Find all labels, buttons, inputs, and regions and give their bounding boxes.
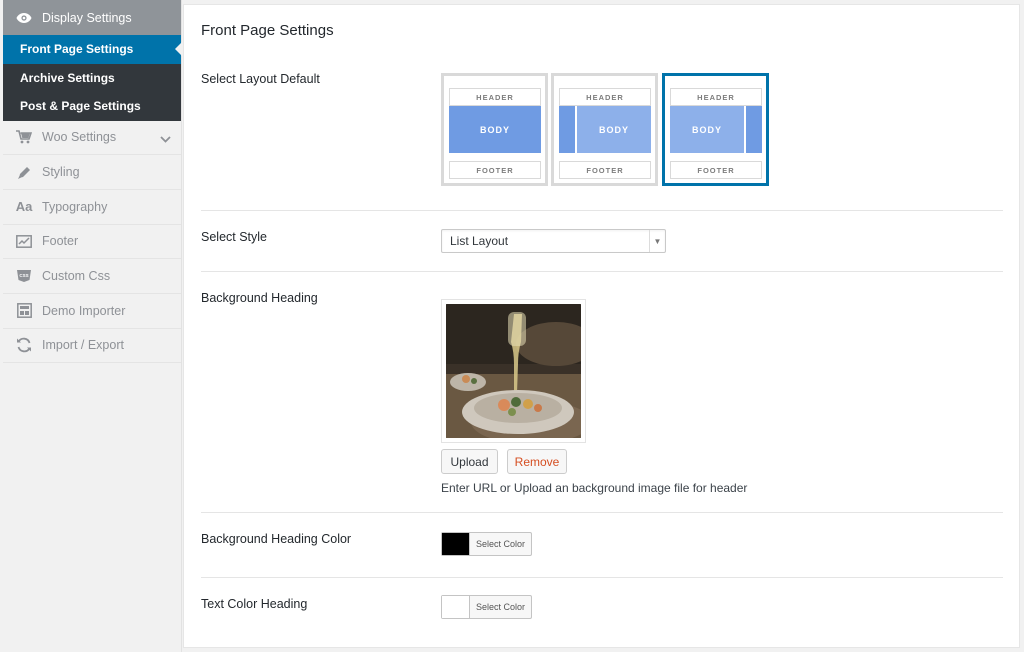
sidebar-subitem-post-page-settings[interactable]: Post & Page Settings [3, 92, 181, 121]
sidebar-item-typography[interactable]: Aa Typography [3, 190, 181, 225]
style-label: Select Style [201, 230, 268, 244]
bg-color-label: Background Heading Color [201, 532, 352, 546]
background-hint: Enter URL or Upload an background image … [441, 481, 748, 495]
style-select-value: List Layout [450, 234, 509, 248]
sidebar-item-demo-importer[interactable]: Demo Importer [3, 294, 181, 329]
text-color-picker[interactable]: Select Color [441, 595, 533, 619]
divider [201, 210, 1003, 211]
upload-button[interactable]: Upload [441, 449, 498, 474]
text-color-swatch [442, 596, 470, 618]
importer-icon [15, 302, 33, 320]
sidebar-item-label: Woo Settings [42, 130, 117, 145]
sidebar-item-custom-css[interactable]: CSS Custom Css [3, 259, 181, 294]
cart-icon [15, 128, 33, 146]
typography-icon: Aa [15, 199, 33, 215]
layout-label: Select Layout Default [201, 72, 320, 86]
sidebar-subitem-archive-settings[interactable]: Archive Settings [3, 64, 181, 93]
sidebar-item-import-export[interactable]: Import / Export [3, 329, 181, 364]
sidebar-item-footer[interactable]: Footer [3, 225, 181, 260]
layout-body-box: BODY [670, 106, 744, 153]
chart-icon [15, 232, 33, 250]
divider [201, 271, 1003, 272]
pencil-icon [15, 163, 33, 181]
sidebar-header-label: Display Settings [42, 10, 132, 25]
background-photo [446, 304, 581, 438]
select-arrow-icon: ▼ [649, 230, 665, 252]
divider [201, 512, 1003, 513]
refresh-icon [15, 336, 33, 354]
layout-footer-box: FOOTER [449, 161, 541, 179]
background-image-preview [441, 299, 586, 443]
text-color-button-label: Select Color [476, 602, 526, 612]
settings-sidebar: Display Settings Front Page Settings Arc… [3, 0, 182, 652]
layout-body-box: BODY [577, 106, 651, 153]
sidebar-item-label: Typography [42, 199, 108, 214]
sidebar-item-styling[interactable]: Styling [3, 155, 181, 190]
sidebar-item-label: Demo Importer [42, 303, 126, 318]
background-label: Background Heading [201, 291, 318, 305]
remove-button[interactable]: Remove [507, 449, 567, 474]
style-select[interactable]: List Layout ▼ [441, 229, 666, 253]
sidebar-subitem-front-page-settings[interactable]: Front Page Settings [3, 35, 182, 64]
layout-header-box: HEADER [559, 88, 651, 106]
layout-footer-box: FOOTER [670, 161, 762, 179]
bg-color-button-label: Select Color [476, 539, 526, 549]
sidebar-header-display-settings[interactable]: Display Settings [3, 0, 181, 35]
sidebar-submenu: Front Page Settings Archive Settings Pos… [3, 35, 182, 121]
sidebar-item-label: Custom Css [42, 269, 111, 284]
sidebar-item-label: Import / Export [42, 338, 124, 353]
divider [201, 577, 1003, 578]
layout-sidebar-box [559, 106, 575, 153]
layout-body-box: BODY [449, 106, 541, 153]
settings-panel: Front Page Settings Select Layout Defaul… [183, 4, 1020, 648]
layout-sidebar-box [746, 106, 762, 153]
svg-text:CSS: CSS [19, 273, 28, 278]
page-title: Front Page Settings [201, 22, 334, 39]
layout-header-box: HEADER [670, 88, 762, 106]
bg-color-picker[interactable]: Select Color [441, 532, 533, 556]
layout-footer-box: FOOTER [559, 161, 651, 179]
sidebar-item-label: Styling [42, 165, 80, 180]
sidebar-item-woo-settings[interactable]: Woo Settings [3, 121, 181, 156]
chevron-down-icon[interactable] [160, 132, 171, 146]
layout-header-box: HEADER [449, 88, 541, 106]
text-color-label: Text Color Heading [201, 597, 308, 611]
eye-icon [15, 9, 33, 27]
sidebar-item-label: Footer [42, 234, 79, 249]
layout-option-full[interactable]: HEADER BODY FOOTER [441, 73, 548, 186]
css-icon: CSS [15, 267, 33, 285]
bg-color-swatch [442, 533, 470, 555]
layout-option-right-sidebar[interactable]: HEADER BODY FOOTER [662, 73, 769, 186]
layout-option-left-sidebar[interactable]: HEADER BODY FOOTER [551, 73, 658, 186]
